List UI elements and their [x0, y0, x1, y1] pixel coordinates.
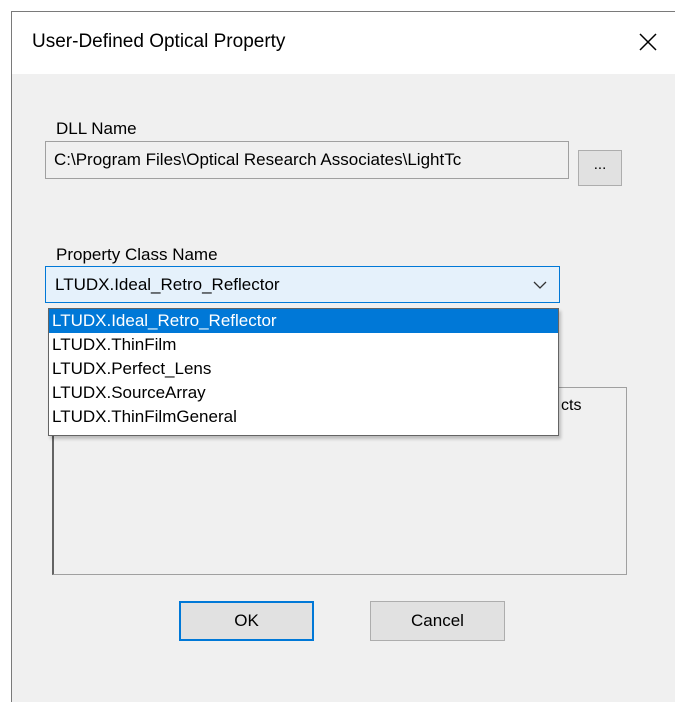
dll-name-field[interactable]: C:\Program Files\Optical Research Associ… — [45, 141, 569, 179]
option-thinfilm[interactable]: LTUDX.ThinFilm — [49, 333, 558, 357]
property-class-dropdown[interactable]: LTUDX.Ideal_Retro_Reflector — [45, 266, 560, 303]
chevron-down-icon — [533, 281, 547, 289]
option-thinfilmgeneral[interactable]: LTUDX.ThinFilmGeneral — [49, 405, 558, 429]
dll-name-label: DLL Name — [56, 119, 137, 138]
dialog-title: User-Defined Optical Property — [32, 31, 286, 52]
title-bar[interactable]: User-Defined Optical Property — [12, 12, 675, 74]
property-class-label: Property Class Name — [56, 245, 218, 264]
browse-button[interactable]: ... — [578, 150, 622, 186]
close-button[interactable] — [623, 12, 675, 74]
cancel-button[interactable]: Cancel — [370, 601, 505, 641]
property-class-selected: LTUDX.Ideal_Retro_Reflector — [55, 275, 280, 294]
option-ideal-retro-reflector[interactable]: LTUDX.Ideal_Retro_Reflector — [49, 309, 558, 333]
close-icon — [639, 33, 657, 51]
description-text: cts — [561, 397, 582, 414]
property-class-options-list[interactable]: LTUDX.Ideal_Retro_Reflector LTUDX.ThinFi… — [48, 308, 559, 436]
option-sourcearray[interactable]: LTUDX.SourceArray — [49, 381, 558, 405]
option-perfect-lens[interactable]: LTUDX.Perfect_Lens — [49, 357, 558, 381]
ok-button[interactable]: OK — [179, 601, 314, 641]
